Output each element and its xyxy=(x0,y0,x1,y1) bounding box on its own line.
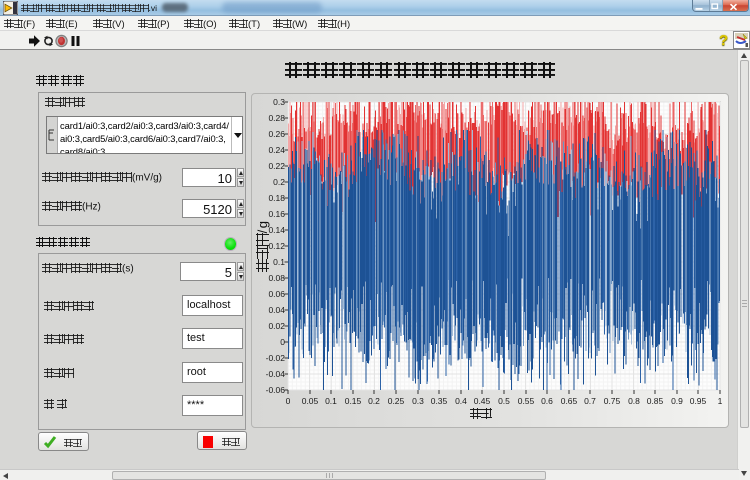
svg-text:0.6: 0.6 xyxy=(541,396,553,406)
svg-text:0.02: 0.02 xyxy=(268,321,285,331)
svg-text:0.3: 0.3 xyxy=(412,396,424,406)
svg-text:0.8: 0.8 xyxy=(628,396,640,406)
svg-text:0.06: 0.06 xyxy=(268,289,285,299)
svg-text:-0.04: -0.04 xyxy=(266,369,286,379)
svg-text:0.05: 0.05 xyxy=(302,396,319,406)
svg-text:0.08: 0.08 xyxy=(268,273,285,283)
svg-text:0.18: 0.18 xyxy=(268,193,285,203)
svg-text:0.1: 0.1 xyxy=(325,396,337,406)
svg-text:0.55: 0.55 xyxy=(518,396,535,406)
svg-text:-0.06: -0.06 xyxy=(266,385,286,395)
svg-text:0.85: 0.85 xyxy=(647,396,664,406)
svg-text:0.75: 0.75 xyxy=(604,396,621,406)
svg-text:0.4: 0.4 xyxy=(455,396,467,406)
svg-text:-0.02: -0.02 xyxy=(266,353,286,363)
svg-text:0.5: 0.5 xyxy=(498,396,510,406)
svg-text:1: 1 xyxy=(718,396,723,406)
svg-text:0.2: 0.2 xyxy=(368,396,380,406)
svg-text:0.65: 0.65 xyxy=(561,396,578,406)
svg-text:0.95: 0.95 xyxy=(690,396,707,406)
svg-text:0.25: 0.25 xyxy=(388,396,405,406)
svg-text:0.16: 0.16 xyxy=(268,209,285,219)
svg-text:0.45: 0.45 xyxy=(474,396,491,406)
svg-text:0.12: 0.12 xyxy=(268,241,285,251)
svg-text:0.9: 0.9 xyxy=(671,396,683,406)
svg-text:0.22: 0.22 xyxy=(268,161,285,171)
svg-text:0.1: 0.1 xyxy=(273,257,285,267)
svg-text:0.24: 0.24 xyxy=(268,145,285,155)
svg-text:0.04: 0.04 xyxy=(268,305,285,315)
svg-text:0.14: 0.14 xyxy=(268,225,285,235)
svg-text:0.35: 0.35 xyxy=(431,396,448,406)
svg-text:0.7: 0.7 xyxy=(584,396,596,406)
svg-text:0.26: 0.26 xyxy=(268,129,285,139)
svg-text:0.28: 0.28 xyxy=(268,113,285,123)
svg-text:0.3: 0.3 xyxy=(273,97,285,107)
svg-text:0.15: 0.15 xyxy=(345,396,362,406)
svg-text:0.2: 0.2 xyxy=(273,177,285,187)
svg-text:0: 0 xyxy=(286,396,291,406)
